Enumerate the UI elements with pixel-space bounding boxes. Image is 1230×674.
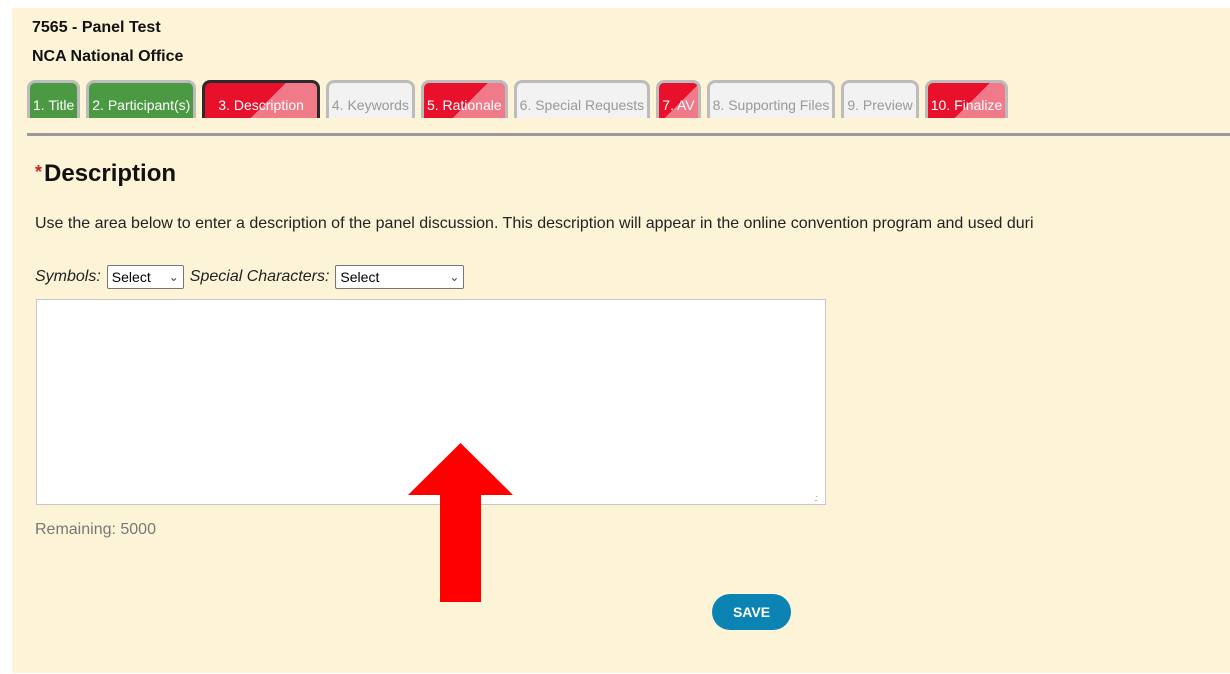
tab-description[interactable]: 3. Description <box>202 80 320 118</box>
step-tabs: 1. Title 2. Participant(s) 3. Descriptio… <box>27 80 1009 118</box>
remaining-counter: Remaining: 5000 <box>35 521 156 538</box>
special-characters-select[interactable]: Select ⌄ <box>335 265 465 289</box>
up-arrow-icon <box>408 443 513 602</box>
tab-rationale[interactable]: 5. Rationale <box>420 80 508 118</box>
tab-finalize[interactable]: 10. Finalize <box>924 80 1009 118</box>
tab-description-label: 3. Description <box>218 97 304 113</box>
tab-finalize-label: 10. Finalize <box>930 97 1003 113</box>
required-marker: * <box>35 162 43 182</box>
section-title: *Description <box>35 160 176 188</box>
save-button[interactable]: SAVE <box>712 594 791 630</box>
tab-rationale-label: 5. Rationale <box>426 97 502 113</box>
chevron-down-icon: ⌄ <box>449 270 460 284</box>
tab-preview[interactable]: 9. Preview <box>841 80 919 118</box>
tab-av-label: 7. AV <box>662 97 695 113</box>
symbols-select[interactable]: Select ⌄ <box>106 265 184 289</box>
tab-title[interactable]: 1. Title <box>27 80 81 118</box>
section-title-text: Description <box>44 160 177 187</box>
chevron-down-icon: ⌄ <box>168 270 179 284</box>
special-characters-select-value: Select <box>340 269 380 285</box>
tab-special-requests-label: 6. Special Requests <box>519 97 645 113</box>
tab-keywords[interactable]: 4. Keywords <box>325 80 415 118</box>
tab-participants-label: 2. Participant(s) <box>92 97 191 113</box>
tab-supporting-files[interactable]: 8. Supporting Files <box>706 80 836 118</box>
tab-av[interactable]: 7. AV <box>656 80 701 118</box>
tab-special-requests[interactable]: 6. Special Requests <box>513 80 651 118</box>
tab-divider <box>27 133 1230 136</box>
symbols-label: Symbols: <box>35 268 101 285</box>
symbols-select-value: Select <box>111 269 151 285</box>
tab-preview-label: 9. Preview <box>847 97 913 113</box>
tab-keywords-label: 4. Keywords <box>331 97 409 113</box>
description-instructions: Use the area below to enter a descriptio… <box>35 215 1034 232</box>
special-characters-label: Special Characters: <box>189 268 330 285</box>
tab-title-label: 1. Title <box>33 97 75 113</box>
character-toolbar: Symbols: Select ⌄ Special Characters: Se… <box>35 265 470 289</box>
tab-participants[interactable]: 2. Participant(s) <box>86 80 197 118</box>
tab-supporting-files-label: 8. Supporting Files <box>712 97 830 113</box>
resize-grip-icon[interactable]: .: <box>814 493 818 503</box>
organization-name: NCA National Office <box>32 48 184 65</box>
panel-id-title: 7565 - Panel Test <box>32 19 161 36</box>
